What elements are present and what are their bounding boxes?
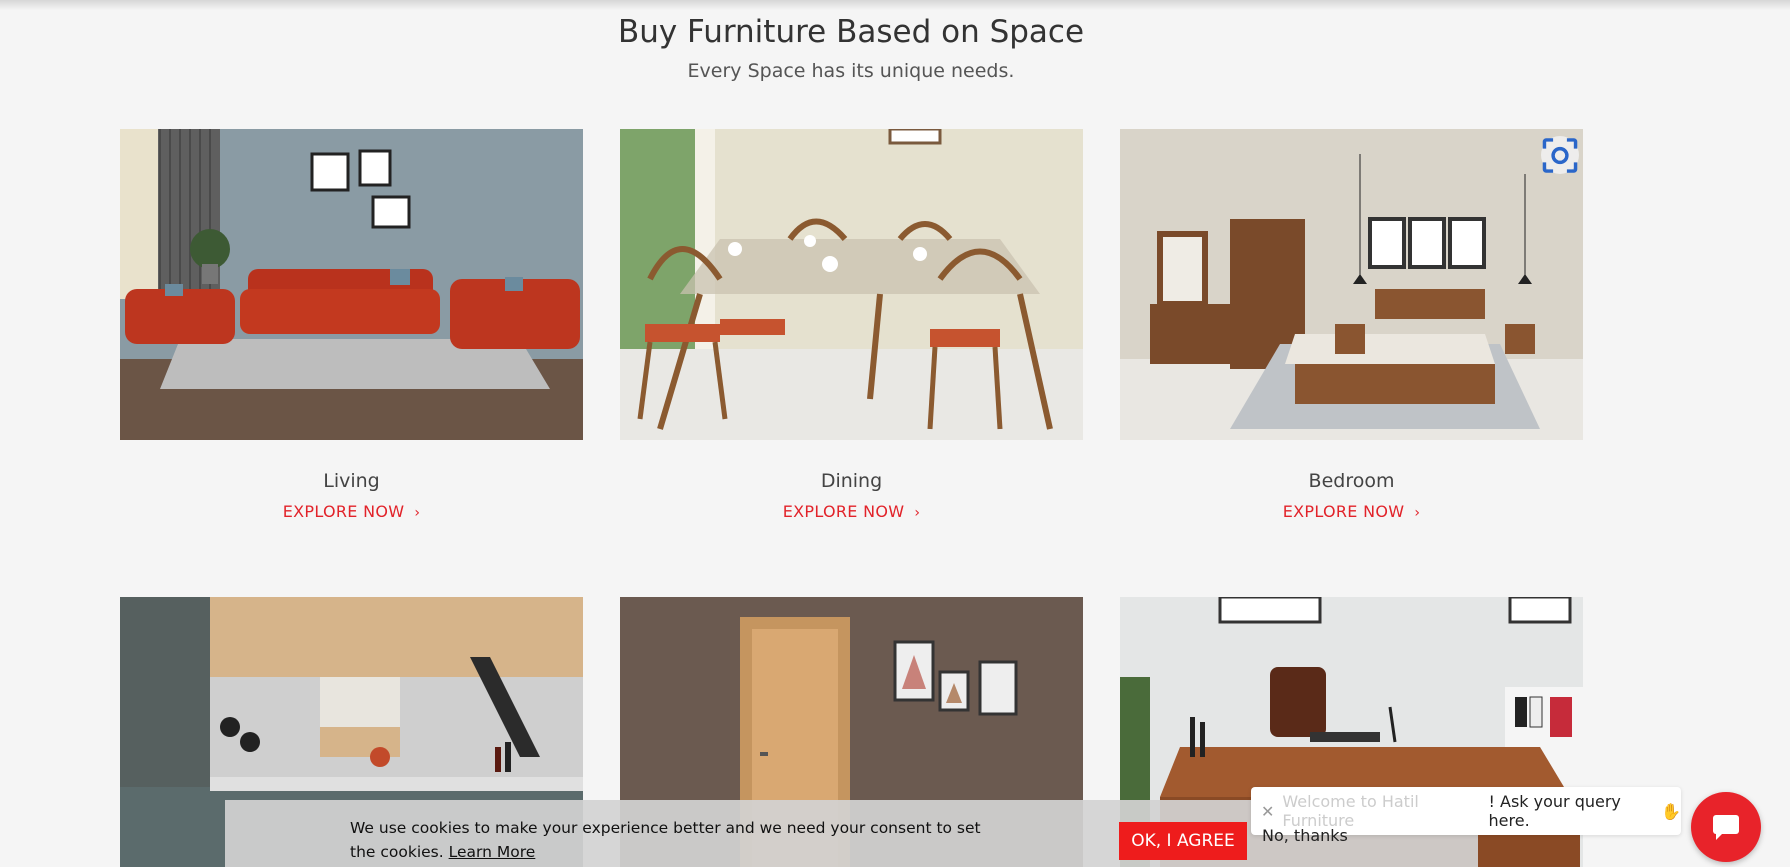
explore-now-link[interactable]: EXPLORE NOW › bbox=[1120, 502, 1583, 521]
card-bedroom[interactable]: Bedroom EXPLORE NOW › bbox=[1120, 129, 1583, 521]
welcome-text: ! Ask your query here. bbox=[1488, 792, 1621, 830]
bedroom-image[interactable] bbox=[1120, 129, 1583, 440]
explore-now-link[interactable]: EXPLORE NOW › bbox=[620, 502, 1083, 521]
chevron-right-icon: › bbox=[1414, 505, 1421, 521]
section-subtitle: Every Space has its unique needs. bbox=[687, 60, 1015, 82]
card-title: Dining bbox=[820, 470, 883, 492]
section-title: Buy Furniture Based on Space bbox=[617, 14, 1085, 50]
chevron-right-icon: › bbox=[414, 505, 421, 521]
visual-search-icon[interactable] bbox=[1541, 136, 1579, 174]
chat-bubble-icon[interactable] bbox=[1691, 792, 1761, 862]
chevron-right-icon: › bbox=[914, 505, 921, 521]
explore-now-link[interactable]: EXPLORE NOW › bbox=[120, 502, 583, 521]
card-living[interactable]: Living EXPLORE NOW › bbox=[120, 129, 583, 521]
dining-room-image[interactable] bbox=[620, 129, 1083, 440]
card-dining[interactable]: Dining EXPLORE NOW › bbox=[620, 129, 1083, 521]
header-shadow bbox=[0, 0, 1790, 10]
agree-button[interactable]: OK, I AGREE bbox=[1119, 822, 1247, 860]
no-thanks-link[interactable]: No, thanks bbox=[1262, 826, 1348, 845]
living-room-image[interactable] bbox=[120, 129, 583, 440]
wave-icon: ✋ bbox=[1661, 801, 1681, 821]
cookie-message: We use cookies to make your experience b… bbox=[350, 819, 981, 861]
learn-more-link[interactable]: Learn More bbox=[449, 843, 536, 861]
card-title: Bedroom bbox=[1308, 470, 1395, 492]
card-title: Living bbox=[323, 470, 380, 492]
close-icon[interactable]: ✕ bbox=[1261, 802, 1274, 821]
welcome-text-faded: Welcome to Hatil Furniture bbox=[1282, 792, 1419, 830]
